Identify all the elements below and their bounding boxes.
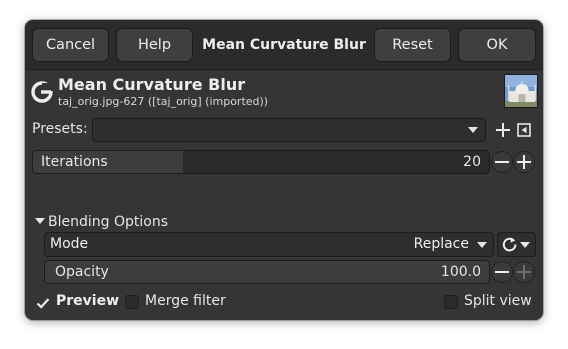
ok-button[interactable]: OK — [458, 28, 536, 62]
iterations-increase-button[interactable] — [513, 151, 535, 173]
cancel-button[interactable]: Cancel — [32, 28, 109, 62]
composite-mode-button[interactable] — [497, 232, 536, 257]
mode-value: Replace — [413, 236, 469, 252]
opacity-value: 100.0 — [440, 264, 481, 280]
opacity-increase-button[interactable] — [513, 261, 535, 283]
preset-menu-icon[interactable] — [517, 123, 531, 137]
preview-checkbox[interactable] — [36, 295, 50, 309]
blending-options-label: Blending Options — [48, 214, 168, 230]
add-preset-plus-icon[interactable] — [496, 123, 510, 137]
checkmark-icon — [36, 298, 50, 309]
opacity-fill — [45, 261, 489, 283]
expander-down-icon — [35, 218, 45, 224]
iterations-label: Iterations — [41, 154, 108, 170]
image-subtitle: taj_orig.jpg-627 ([taj_orig] (imported)) — [58, 95, 269, 108]
chevron-down-icon — [477, 242, 487, 248]
mode-label: Mode — [50, 236, 89, 252]
minus-icon — [495, 265, 509, 279]
gimp-g-icon — [31, 81, 54, 103]
opacity-label: Opacity — [55, 264, 109, 280]
reset-cycle-icon — [502, 237, 517, 252]
merge-filter-checkbox[interactable] — [125, 295, 139, 309]
preview-label[interactable]: Preview — [56, 293, 119, 309]
presets-combo[interactable] — [92, 118, 486, 142]
iterations-spin-scale[interactable]: Iterations 20 — [32, 150, 490, 174]
minus-icon — [495, 155, 509, 169]
presets-label: Presets: — [32, 121, 88, 137]
split-view-label[interactable]: Split view — [464, 293, 532, 309]
dialog-title: Mean Curvature Blur — [202, 37, 366, 53]
plus-icon — [517, 265, 531, 279]
filter-name: Mean Curvature Blur — [58, 75, 246, 94]
opacity-decrease-button[interactable] — [491, 261, 513, 283]
blending-options-expander[interactable]: Blending Options — [35, 214, 168, 230]
reset-button[interactable]: Reset — [374, 28, 451, 62]
iterations-value: 20 — [463, 154, 481, 170]
help-button[interactable]: Help — [116, 28, 193, 62]
split-view-checkbox[interactable] — [444, 295, 458, 309]
opacity-spin-scale[interactable]: Opacity 100.0 — [44, 260, 490, 284]
chevron-down-icon — [468, 127, 478, 133]
image-thumbnail — [504, 74, 538, 108]
header-bar: Cancel Help Mean Curvature Blur Reset OK — [25, 20, 543, 70]
filter-dialog: Cancel Help Mean Curvature Blur Reset OK… — [25, 20, 543, 320]
blend-mode-combo[interactable]: Mode Replace — [44, 232, 494, 257]
plus-icon — [517, 155, 531, 169]
iterations-decrease-button[interactable] — [491, 151, 513, 173]
chevron-down-icon — [520, 242, 530, 248]
merge-filter-label[interactable]: Merge filter — [145, 293, 226, 309]
